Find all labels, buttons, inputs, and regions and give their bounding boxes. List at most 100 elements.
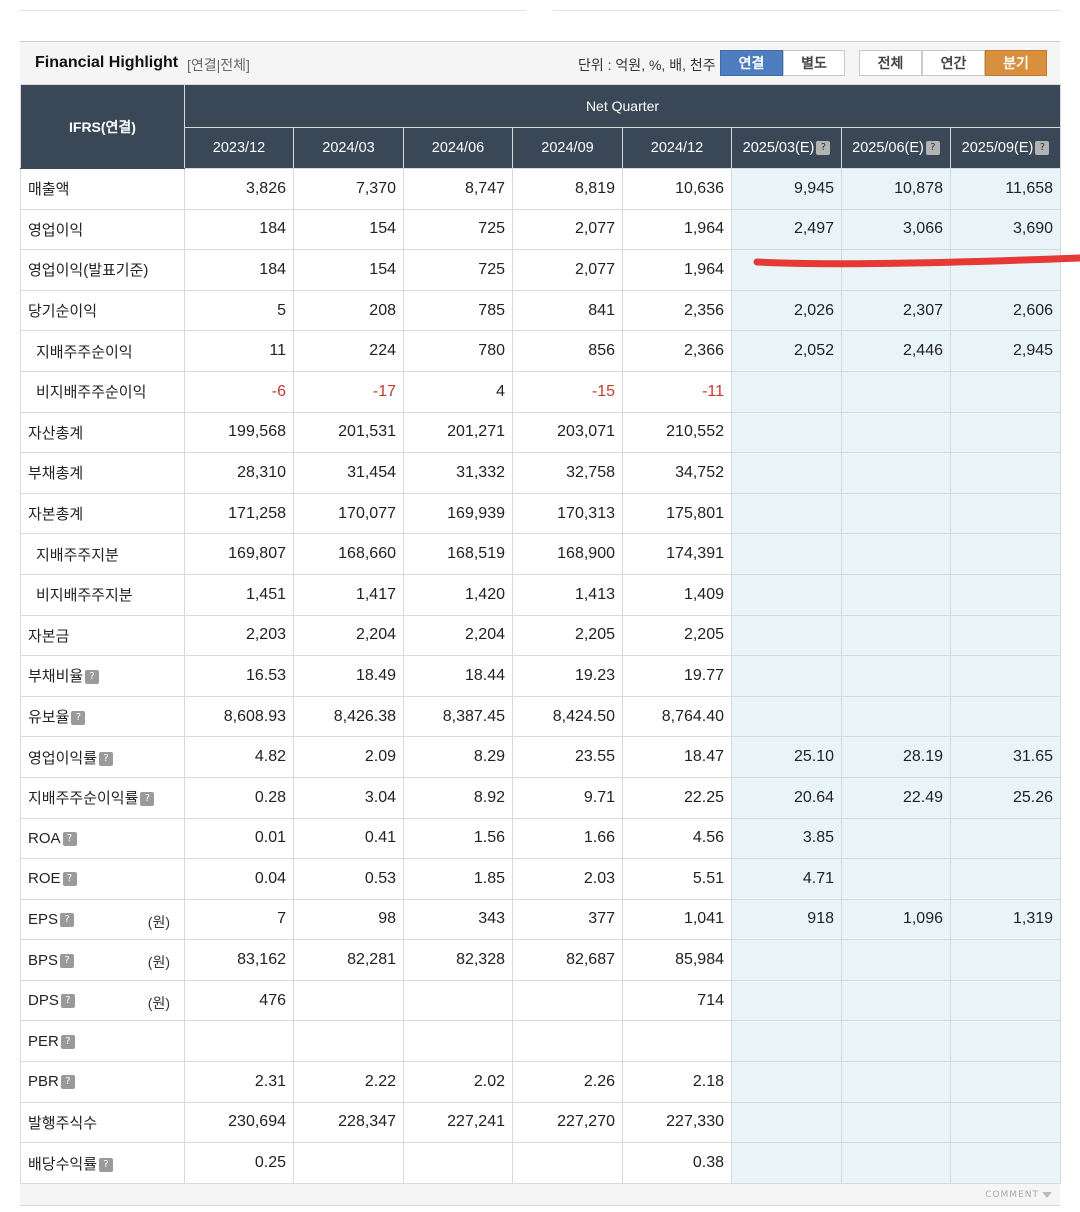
help-icon[interactable]: ? xyxy=(60,1034,75,1049)
value-cell: 8,387.45 xyxy=(403,695,513,738)
net-quarter-header: Net Quarter xyxy=(183,84,1062,128)
row-label-cell: 자본금 xyxy=(20,614,185,657)
value-cell xyxy=(731,695,842,738)
consolidated-button[interactable]: 연결 xyxy=(720,50,783,76)
value-cell: 208 xyxy=(293,289,404,332)
value-cell: 3,066 xyxy=(841,208,951,251)
row-label: 지배주주지분 xyxy=(36,546,119,564)
row-label-cell: 영업이익 xyxy=(20,208,185,251)
value-cell xyxy=(841,492,951,535)
value-cell: 2,446 xyxy=(841,330,951,372)
row-label-cell: BPS? (원) xyxy=(20,939,185,981)
help-icon[interactable]: ? xyxy=(60,994,75,1009)
value-cell xyxy=(731,492,842,535)
table-row: DPS? (원) 476 714 xyxy=(20,979,1062,1022)
value-cell: 10,878 xyxy=(841,168,951,210)
period-label: 2025/09(E) xyxy=(961,140,1034,156)
table-row: 지배주주순이익률? 0.28 3.04 8.92 9.71 22.25 20.64 22.49… xyxy=(20,776,1062,819)
help-icon[interactable]: ? xyxy=(60,953,75,968)
value-cell: 34,752 xyxy=(622,452,732,494)
value-cell: 28.19 xyxy=(841,736,951,778)
value-cell: 82,687 xyxy=(512,939,623,981)
help-icon[interactable]: ? xyxy=(71,711,86,726)
help-icon[interactable]: ? xyxy=(60,1075,75,1090)
row-label-cell: ROE? xyxy=(20,858,185,900)
value-cell: 227,330 xyxy=(622,1101,732,1144)
value-cell: 4.71 xyxy=(731,858,842,900)
value-cell: 19.23 xyxy=(512,655,623,697)
value-cell: 2,205 xyxy=(622,614,732,657)
value-cell: 83,162 xyxy=(184,939,294,981)
value-cell: 170,313 xyxy=(512,492,623,535)
value-cell: 714 xyxy=(622,979,732,1022)
value-cell: 1,420 xyxy=(403,573,513,616)
help-icon[interactable]: ? xyxy=(62,831,77,846)
value-cell: 18.49 xyxy=(293,655,404,697)
quarter-button[interactable]: 분기 xyxy=(985,50,1047,76)
row-label: PBR xyxy=(28,1073,59,1091)
unit-label: 단위 : 억원, %, 배, 천주 xyxy=(578,57,716,73)
value-cell: 82,281 xyxy=(293,939,404,981)
all-button[interactable]: 전체 xyxy=(859,50,922,76)
value-cell: 1,319 xyxy=(949,898,1062,941)
value-cell: 23.55 xyxy=(512,736,623,778)
row-label-cell: 부채비율? xyxy=(20,655,185,697)
help-icon[interactable]: ? xyxy=(925,141,940,156)
help-icon[interactable]: ? xyxy=(1035,141,1050,156)
table-row: ROE? 0.04 0.53 1.85 2.03 5.51 4.71 xyxy=(20,858,1062,900)
row-label: 매출액 xyxy=(28,181,70,199)
help-icon[interactable]: ? xyxy=(140,792,155,807)
value-cell: 203,071 xyxy=(512,411,623,454)
help-icon[interactable]: ? xyxy=(60,913,75,928)
value-cell: -6 xyxy=(184,370,294,413)
value-cell xyxy=(841,1101,951,1144)
value-cell xyxy=(731,1061,842,1103)
help-icon[interactable]: ? xyxy=(62,872,77,887)
value-cell xyxy=(731,452,842,494)
value-cell: 0.04 xyxy=(184,858,294,900)
row-label: 유보율 xyxy=(28,709,70,727)
comment-toggle[interactable]: COMMENT xyxy=(985,1190,1052,1200)
value-cell xyxy=(731,533,842,575)
help-icon[interactable]: ? xyxy=(816,141,831,156)
value-cell xyxy=(512,1142,623,1184)
value-cell xyxy=(731,1101,842,1144)
value-cell: 210,552 xyxy=(622,411,732,454)
value-cell: 168,660 xyxy=(293,533,404,575)
row-label: DPS xyxy=(28,992,59,1010)
value-cell xyxy=(731,1020,842,1063)
financial-highlight-panel: Financial Highlight [연결|전체] 단위 : 억원, %, … xyxy=(20,41,1062,1206)
annual-button[interactable]: 연간 xyxy=(922,50,985,76)
period-label: 2023/12 xyxy=(212,140,266,156)
help-icon[interactable]: ? xyxy=(99,1157,114,1172)
value-cell xyxy=(949,614,1062,657)
value-cell xyxy=(949,411,1062,454)
value-cell: 184 xyxy=(184,208,294,251)
help-icon[interactable]: ? xyxy=(99,751,114,766)
value-cell: -17 xyxy=(293,370,404,413)
table-row: 지배주주순이익 11 224 780 856 2,366 2,052 2,446 2,945 xyxy=(20,330,1062,372)
value-cell: 230,694 xyxy=(184,1101,294,1144)
value-cell: 8,747 xyxy=(403,168,513,210)
value-cell: 8,764.40 xyxy=(622,695,732,738)
row-label: 비지배주주지분 xyxy=(36,587,133,605)
value-cell: 476 xyxy=(184,979,294,1022)
value-cell xyxy=(949,533,1062,575)
value-cell xyxy=(949,1142,1062,1184)
help-icon[interactable]: ? xyxy=(85,670,100,685)
value-cell: 2,205 xyxy=(512,614,623,657)
separate-button[interactable]: 별도 xyxy=(783,50,845,76)
value-cell: 3.04 xyxy=(293,776,404,819)
value-cell: 8.92 xyxy=(403,776,513,819)
value-cell xyxy=(949,817,1062,860)
value-cell: 0.53 xyxy=(293,858,404,900)
value-cell: 2.09 xyxy=(293,736,404,778)
row-label-cell: EPS? (원) xyxy=(20,898,185,941)
top-divider-left xyxy=(20,10,526,11)
table-row: 비지배주주지분 1,451 1,417 1,420 1,413 1,409 xyxy=(20,573,1062,616)
value-cell xyxy=(403,979,513,1022)
value-cell xyxy=(184,1020,294,1063)
value-cell: 1.56 xyxy=(403,817,513,860)
value-cell: 8,424.50 xyxy=(512,695,623,738)
value-cell: 171,258 xyxy=(184,492,294,535)
